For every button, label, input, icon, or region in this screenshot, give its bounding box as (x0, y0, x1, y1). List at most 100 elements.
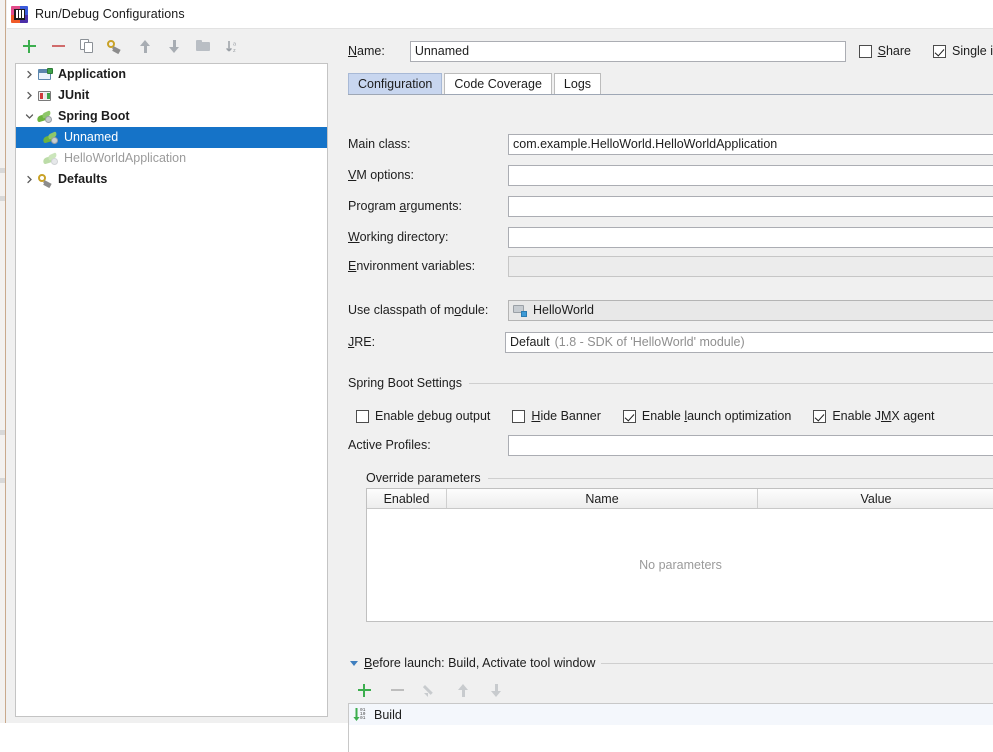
active-profiles-input[interactable] (508, 434, 993, 456)
move-down-button[interactable] (164, 36, 184, 56)
configuration-tab-content: Main class: VM options: Program argument… (348, 95, 993, 752)
before-launch-header[interactable]: Before launch: Build, Activate tool wind… (350, 655, 993, 671)
vm-options-row: VM options: (348, 164, 993, 186)
plus-icon (357, 683, 372, 698)
checkbox-box (512, 409, 526, 423)
arrow-up-icon (456, 683, 471, 698)
application-icon (37, 67, 53, 83)
group-label: Override parameters (366, 471, 481, 485)
table-header-row: Enabled Name Value (367, 489, 993, 509)
share-label: Share (877, 44, 911, 58)
program-arguments-label: Program arguments: (348, 199, 462, 213)
svg-text:z: z (233, 48, 236, 54)
chevron-right-icon[interactable] (22, 91, 37, 100)
configurations-tree-panel: a z Application JUnit Spring Boot Unname… (7, 29, 336, 723)
title-bar: Run/Debug Configurations (7, 0, 993, 29)
folder-icon (195, 39, 211, 54)
configurations-tree[interactable]: Application JUnit Spring Boot Unnamed He… (15, 63, 328, 717)
column-header-name[interactable]: Name (447, 489, 758, 508)
name-input[interactable] (409, 40, 846, 62)
before-launch-edit-button (420, 680, 440, 700)
tree-item-spring-boot[interactable]: Spring Boot (16, 106, 327, 127)
main-class-row: Main class: (348, 133, 993, 155)
tree-item-label: JUnit (58, 88, 90, 102)
column-header-enabled[interactable]: Enabled (367, 489, 447, 508)
vm-options-label: VM options: (348, 168, 415, 182)
column-header-value[interactable]: Value (758, 489, 993, 508)
active-profiles-row: Active Profiles: (348, 434, 993, 456)
sort-configurations-button[interactable]: a z (222, 36, 242, 56)
main-class-input[interactable] (508, 133, 993, 155)
share-checkbox[interactable]: Share (858, 44, 911, 58)
tree-item-label: Application (58, 67, 127, 81)
program-arguments-input[interactable] (508, 195, 993, 217)
arrow-up-icon (138, 39, 153, 54)
wrench-icon (37, 172, 53, 188)
spring-leaf-icon (42, 151, 59, 167)
chevron-down-icon[interactable] (22, 112, 37, 121)
tab-logs[interactable]: Logs (553, 73, 602, 94)
name-label: Name: (348, 44, 385, 58)
binary-digits: 01 10 01 (360, 707, 366, 721)
working-directory-input[interactable] (508, 226, 993, 248)
wrench-icon (106, 38, 122, 54)
checkbox-box (356, 409, 369, 423)
active-profiles-label: Active Profiles: (348, 438, 431, 452)
tree-item-junit[interactable]: JUnit (16, 85, 327, 106)
before-launch-toolbar (354, 678, 993, 702)
tab-configuration[interactable]: Configuration (348, 73, 443, 94)
create-folder-button[interactable] (193, 36, 213, 56)
tree-item-unnamed[interactable]: Unnamed (16, 127, 327, 148)
spring-leaf-icon (42, 130, 59, 146)
before-launch-task-row[interactable]: 01 10 01 Build (349, 704, 993, 725)
triangle-down-icon[interactable] (350, 660, 358, 666)
environment-variables-input[interactable] (508, 255, 993, 277)
copy-configuration-button[interactable] (77, 36, 97, 56)
remove-configuration-button[interactable] (48, 36, 68, 56)
before-launch-task-list[interactable]: 01 10 01 Build (348, 703, 993, 752)
before-launch-task-label: Build (374, 707, 402, 722)
tree-item-application[interactable]: Application (16, 64, 327, 85)
before-launch-add-button[interactable] (354, 680, 374, 700)
checkbox-box (622, 409, 636, 423)
hide-banner-checkbox[interactable]: Hide Banner (512, 409, 601, 423)
enable-jmx-agent-checkbox[interactable]: Enable JMX agent (813, 409, 935, 423)
program-arguments-row: Program arguments: (348, 195, 993, 217)
tab-code-coverage[interactable]: Code Coverage (444, 73, 552, 94)
single-instance-checkbox[interactable]: Single i (933, 44, 993, 58)
vm-options-input[interactable] (508, 164, 993, 186)
jre-value: Default (510, 335, 550, 349)
add-configuration-button[interactable] (19, 36, 39, 56)
before-launch-title-label: Before launch: Build, Activate tool wind… (364, 656, 596, 670)
edit-defaults-button[interactable] (106, 36, 126, 56)
group-label: Spring Boot Settings (348, 376, 462, 390)
dialog-body: a z Application JUnit Spring Boot Unname… (7, 29, 993, 752)
background-ide-sliver (0, 0, 6, 723)
jre-combo[interactable]: Default (1.8 - SDK of 'HelloWorld' modul… (505, 331, 993, 353)
module-classpath-combo[interactable]: HelloWorld (508, 299, 993, 321)
enable-debug-output-checkbox[interactable]: Enable debug output (356, 409, 490, 423)
override-parameters-table[interactable]: Enabled Name Value No parameters (366, 488, 993, 622)
environment-variables-label: Environment variables: (348, 259, 476, 273)
sort-az-icon: a z (225, 39, 240, 54)
jre-row: JRE: Default (1.8 - SDK of 'HelloWorld' … (348, 331, 993, 353)
group-divider (468, 382, 993, 384)
build-icon: 01 10 01 (353, 707, 368, 722)
module-classpath-value: HelloWorld (533, 303, 594, 317)
run-debug-configurations-window: Run/Debug Configurations a z Application… (0, 0, 993, 752)
pencil-icon (422, 683, 438, 698)
main-class-label: Main class: (348, 137, 411, 151)
tree-item-label: Spring Boot (58, 109, 130, 123)
tree-item-defaults[interactable]: Defaults (16, 169, 327, 190)
enable-launch-optimization-checkbox[interactable]: Enable launch optimization (622, 409, 791, 423)
before-launch-remove-button (387, 680, 407, 700)
checkbox-box (858, 44, 872, 58)
move-up-button[interactable] (135, 36, 155, 56)
configuration-editor-panel: Name: Share Single i Configuration (340, 29, 993, 752)
chevron-right-icon[interactable] (22, 70, 37, 79)
tree-toolbar: a z (7, 31, 336, 61)
tree-item-helloworldapplication[interactable]: HelloWorldApplication (16, 148, 327, 169)
chevron-right-icon[interactable] (22, 175, 37, 184)
minus-icon (51, 39, 66, 54)
table-empty-message: No parameters (639, 558, 722, 572)
